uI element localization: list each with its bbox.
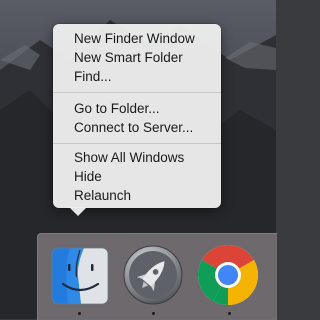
menu-pointer-arrow	[69, 207, 87, 216]
dock-context-menu: New Finder Window New Smart Folder Find.…	[53, 24, 221, 208]
running-indicator	[228, 312, 231, 315]
dock-item-chrome[interactable]	[196, 243, 260, 312]
menu-item-find[interactable]: Find...	[74, 67, 112, 86]
menu-separator	[53, 92, 221, 93]
menu-item-relaunch[interactable]: Relaunch	[74, 186, 131, 205]
launchpad-icon	[123, 245, 183, 305]
menu-item-go-to-folder[interactable]: Go to Folder...	[74, 99, 160, 118]
menu-item-connect-to-server[interactable]: Connect to Server...	[74, 118, 193, 137]
dock	[37, 233, 277, 320]
chrome-icon	[198, 245, 258, 305]
dock-item-launchpad[interactable]	[122, 244, 184, 311]
dock-item-finder[interactable]	[50, 246, 110, 311]
finder-icon	[51, 247, 109, 305]
menu-item-new-finder-window[interactable]: New Finder Window	[74, 29, 195, 48]
menu-separator	[53, 143, 221, 144]
menu-item-new-smart-folder[interactable]: New Smart Folder	[74, 48, 183, 67]
running-indicator	[152, 312, 155, 315]
menu-item-hide[interactable]: Hide	[74, 167, 102, 186]
running-indicator	[78, 312, 81, 315]
menu-item-show-all-windows[interactable]: Show All Windows	[74, 148, 184, 167]
